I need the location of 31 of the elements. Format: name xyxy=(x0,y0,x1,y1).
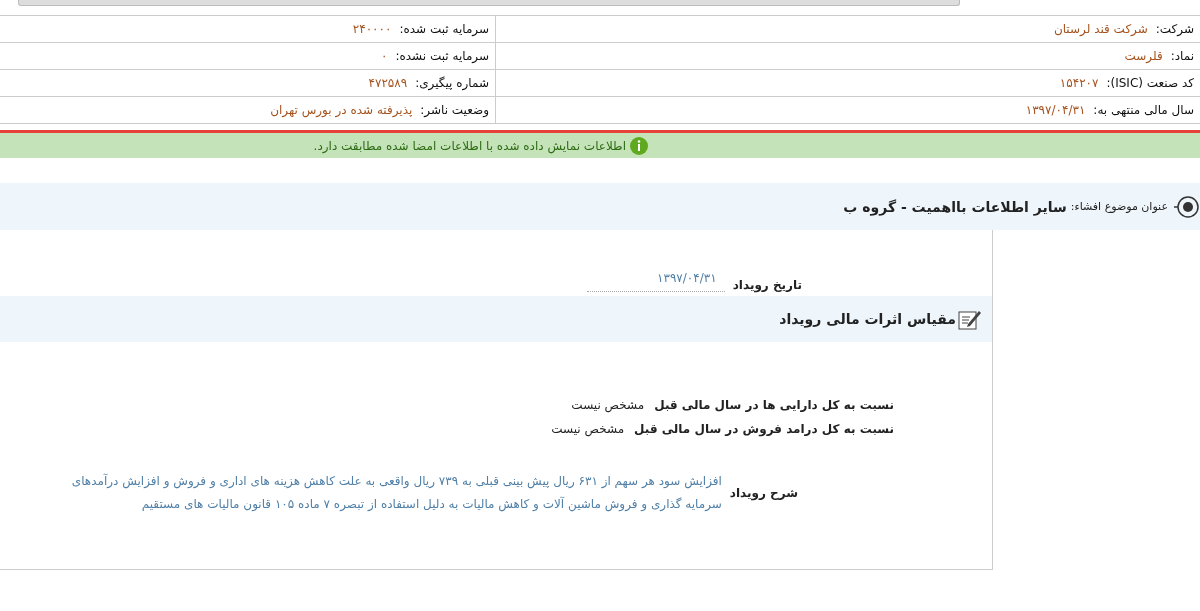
info-label: نماد: xyxy=(1170,49,1194,63)
description-text: افزایش سود هر سهم از ۶۳۱ ریال پیش بینی قبلی به ۷۳۹ ریال واقعی به علت کاهش هزینه های اداری و فروش و افزایش درآمدهای سرمایه گذاری و فروش ماشین آلات و کاهش مالیات به دلیل استفاده از تبصره ۷ ماده ۱۰۵ قانون مالیات های مستقیم xyxy=(70,472,722,514)
field-value: مشخص نیست xyxy=(571,398,645,412)
disclosure-label: عنوان موضوع افشاء: xyxy=(1070,200,1168,213)
info-value: قلرست xyxy=(1124,49,1163,63)
info-label: شماره پیگیری: xyxy=(415,76,489,90)
notice-text: اطلاعات نمایش داده شده با اطلاعات امضا شده مطابقت دارد. xyxy=(313,138,626,153)
info-label: سرمایه ثبت شده: xyxy=(399,22,489,36)
info-value: پذیرفته شده در بورس تهران xyxy=(270,103,413,117)
field-label: شرح رویداد xyxy=(729,486,798,500)
section-title: مقیاس اثرات مالی رویداد xyxy=(779,311,956,327)
info-label: شرکت: xyxy=(1155,22,1194,36)
info-value: شرکت قند لرستان xyxy=(1053,22,1148,36)
info-value: ۱۳۹۷/۰۴/۳۱ xyxy=(1025,103,1086,117)
info-value: ۲۴۰۰۰۰ xyxy=(352,22,392,36)
field-label: نسبت به کل درامد فروش در سال مالی قبل xyxy=(634,422,894,436)
target-icon xyxy=(1174,193,1200,220)
info-label: وضعیت ناشر: xyxy=(420,103,489,117)
field-label: نسبت به کل دارایی ها در سال مالی قبل xyxy=(654,398,894,412)
info-value: ۱۵۴۲۰۷ xyxy=(1059,76,1099,90)
date-value: ۱۳۹۷/۰۴/۳۱ xyxy=(586,271,725,292)
info-value: ۴۷۲۵۸۹ xyxy=(368,76,408,90)
disclosure-title: سایر اطلاعات بااهمیت - گروه ب xyxy=(843,198,1067,215)
info-value: ۰ xyxy=(380,49,388,63)
field-label: تاریخ رویداد xyxy=(732,278,802,292)
info-label: کد صنعت (ISIC): xyxy=(1106,76,1194,90)
field-value: مشخص نیست xyxy=(551,422,625,436)
pencil-note-icon xyxy=(958,308,982,330)
info-label: سرمایه ثبت نشده: xyxy=(395,49,489,63)
info-label: سال مالی منتهی به: xyxy=(1093,103,1194,117)
info-icon xyxy=(630,136,648,155)
